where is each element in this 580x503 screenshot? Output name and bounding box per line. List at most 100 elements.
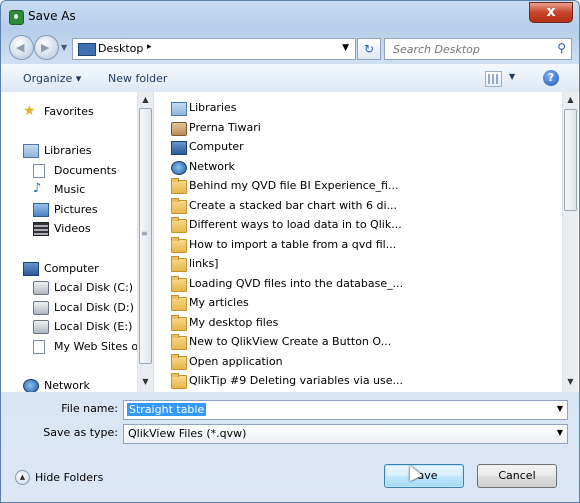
folder-icon xyxy=(171,275,187,292)
help-icon[interactable]: ? xyxy=(543,70,559,86)
save-type-label: Save as type: xyxy=(43,426,118,439)
drive-icon xyxy=(33,320,49,334)
file-name-label: File name: xyxy=(61,402,118,415)
save-type-dropdown-icon[interactable]: ▼ xyxy=(557,428,563,437)
scroll-down-arrow-icon[interactable]: ▼ xyxy=(563,374,578,389)
nav-label: Favorites xyxy=(44,105,94,118)
save-button[interactable]: Save xyxy=(384,464,464,488)
folder-icon xyxy=(171,334,187,350)
breadcrumb-chevron-icon[interactable]: ▸ xyxy=(147,42,152,52)
command-toolbar: Organize ▾ New folder ▼ ? xyxy=(1,64,579,93)
file-list: Libraries Prerna Tiwari Computer Network Beh… xyxy=(154,92,579,392)
search-icon[interactable]: ⚲ xyxy=(557,41,566,55)
library-icon xyxy=(23,144,39,158)
hide-folders-label: Hide Folders xyxy=(35,471,104,484)
forward-button[interactable]: ▶ xyxy=(34,35,59,60)
music-icon: ♪ xyxy=(33,181,42,196)
file-name: New to QlikView Create a Button O... xyxy=(189,335,392,348)
videos-icon xyxy=(33,222,49,236)
file-name-value[interactable]: Straight table xyxy=(127,403,207,416)
file-name: links] xyxy=(189,257,219,270)
file-name: QlikTip #9 Deleting variables via use... xyxy=(189,374,404,387)
change-view-icon[interactable] xyxy=(485,71,502,87)
file-name: How to import a table from a qvd fil... xyxy=(189,237,397,251)
save-as-dialog: Save As x ◀ ▶ ▼ Desktop ▸ ▼ ↻ ⚲ Organize… xyxy=(0,0,580,503)
nav-label: Local Disk (E:) xyxy=(54,320,133,333)
folder-icon xyxy=(171,197,187,214)
computer-icon xyxy=(171,141,187,155)
network-icon xyxy=(171,160,187,175)
nav-label: Network xyxy=(44,379,90,392)
file-name: Computer xyxy=(189,140,244,153)
folder-icon xyxy=(171,236,187,253)
drive-icon xyxy=(33,281,49,295)
folder-icon xyxy=(171,314,187,331)
search-input[interactable] xyxy=(391,39,545,59)
documents-icon xyxy=(33,164,45,178)
nav-label: Computer xyxy=(44,262,99,275)
qlikview-app-icon xyxy=(9,10,24,25)
title-bar: Save As x xyxy=(1,1,579,31)
back-arrow-icon: ◀ xyxy=(16,41,25,54)
folder-icon xyxy=(171,353,187,370)
desktop-icon xyxy=(78,43,96,56)
network-icon xyxy=(23,379,39,392)
folder-icon xyxy=(171,256,187,272)
new-folder-button[interactable]: New folder xyxy=(108,72,167,85)
file-name: Loading QVD files into the database_... xyxy=(189,276,404,290)
scroll-up-arrow-icon[interactable]: ▲ xyxy=(138,92,153,107)
file-list-scrollbar[interactable]: ▲ ▼ xyxy=(562,92,578,392)
scroll-thumb[interactable] xyxy=(564,109,577,211)
file-name: Behind my QVD file BI Experience_fi... xyxy=(189,179,399,192)
forward-arrow-icon: ▶ xyxy=(41,41,50,54)
user-folder-icon xyxy=(171,121,187,136)
save-options-panel: File name: Straight table ▼ Save as type… xyxy=(1,393,579,502)
file-name: Network xyxy=(189,159,235,173)
file-name: Prerna Tiwari xyxy=(189,120,261,134)
navigation-pane: ★ Favorites Libraries Documents ♪ Music … xyxy=(1,92,154,392)
web-sites-icon xyxy=(33,340,45,354)
nav-label: Libraries xyxy=(44,144,92,157)
nav-label: Pictures xyxy=(54,203,98,216)
navigation-scrollbar[interactable]: ▲ ≡ ▼ xyxy=(137,92,153,392)
file-name-field[interactable]: Straight table ▼ xyxy=(123,400,568,420)
file-name-dropdown-icon[interactable]: ▼ xyxy=(557,404,563,413)
folder-icon xyxy=(171,373,187,389)
nav-label: Videos xyxy=(54,222,91,235)
close-button[interactable]: x xyxy=(529,2,573,23)
nav-label: Local Disk (C:) xyxy=(54,281,134,294)
computer-icon xyxy=(23,262,39,276)
address-bar[interactable]: Desktop ▸ ▼ xyxy=(72,38,356,60)
folder-icon xyxy=(171,217,187,233)
file-name: Open application xyxy=(189,354,283,368)
library-icon xyxy=(171,102,187,116)
nav-label: My Web Sites on xyxy=(54,340,146,353)
back-button[interactable]: ◀ xyxy=(9,35,34,60)
window-title: Save As xyxy=(28,9,76,23)
folder-icon xyxy=(171,295,187,311)
file-name: My desktop files xyxy=(189,315,279,329)
nav-label: Music xyxy=(54,183,86,196)
refresh-button[interactable]: ↻ xyxy=(357,38,381,60)
address-location[interactable]: Desktop xyxy=(98,42,143,55)
search-box[interactable]: ⚲ xyxy=(384,38,572,60)
nav-label: Documents xyxy=(54,164,117,177)
file-name: Libraries xyxy=(189,101,237,114)
organize-button[interactable]: Organize ▾ xyxy=(23,72,81,85)
drive-icon xyxy=(33,301,49,315)
refresh-icon: ↻ xyxy=(363,42,375,56)
folder-icon xyxy=(171,178,187,194)
collapse-arrow-icon: ▲ xyxy=(15,470,30,485)
address-row: ◀ ▶ ▼ Desktop ▸ ▼ ↻ ⚲ xyxy=(1,31,579,63)
recent-locations-dropdown-icon[interactable]: ▼ xyxy=(61,43,67,52)
save-type-select[interactable]: QlikView Files (*.qvw) ▼ xyxy=(123,424,568,444)
star-icon: ★ xyxy=(23,103,36,119)
file-name: Create a stacked bar chart with 6 di... xyxy=(189,198,398,212)
scroll-up-arrow-icon[interactable]: ▲ xyxy=(563,92,578,107)
nav-label: Local Disk (D:) xyxy=(54,301,134,314)
address-dropdown-icon[interactable]: ▼ xyxy=(342,43,349,53)
view-options-dropdown-icon[interactable]: ▼ xyxy=(509,72,515,81)
cancel-button[interactable]: Cancel xyxy=(477,464,557,488)
save-type-value: QlikView Files (*.qvw) xyxy=(128,427,247,440)
scroll-down-arrow-icon[interactable]: ▼ xyxy=(138,374,153,389)
